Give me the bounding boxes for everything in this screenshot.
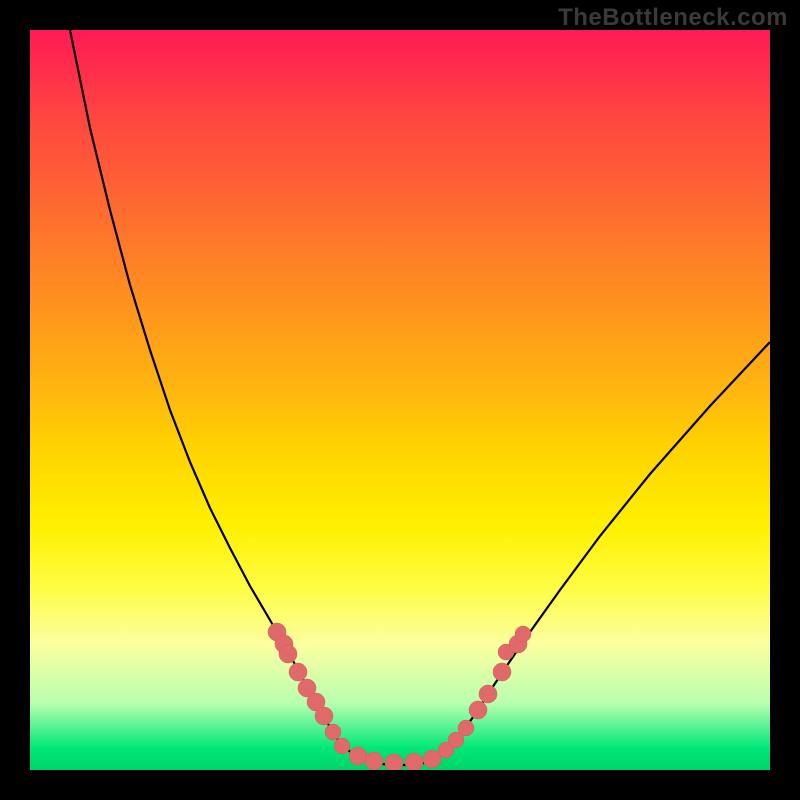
data-dot [365, 752, 383, 770]
watermark-text: TheBottleneck.com [558, 4, 788, 32]
data-dot [349, 747, 367, 765]
data-dot [479, 685, 497, 703]
data-dot [315, 707, 333, 725]
data-dot [515, 626, 531, 642]
data-dot [325, 724, 341, 740]
plot-area [30, 30, 770, 770]
curve-path [70, 30, 770, 765]
data-dot [405, 753, 423, 770]
data-dot [385, 754, 403, 770]
data-dot [334, 738, 350, 754]
data-dot [469, 701, 487, 719]
data-dot [493, 663, 511, 681]
data-dot [279, 645, 297, 663]
chart-frame: TheBottleneck.com [0, 0, 800, 800]
bottleneck-curve [70, 30, 770, 765]
data-dots [268, 623, 531, 770]
data-dot [458, 720, 474, 736]
data-dot [289, 663, 307, 681]
chart-svg [30, 30, 770, 770]
